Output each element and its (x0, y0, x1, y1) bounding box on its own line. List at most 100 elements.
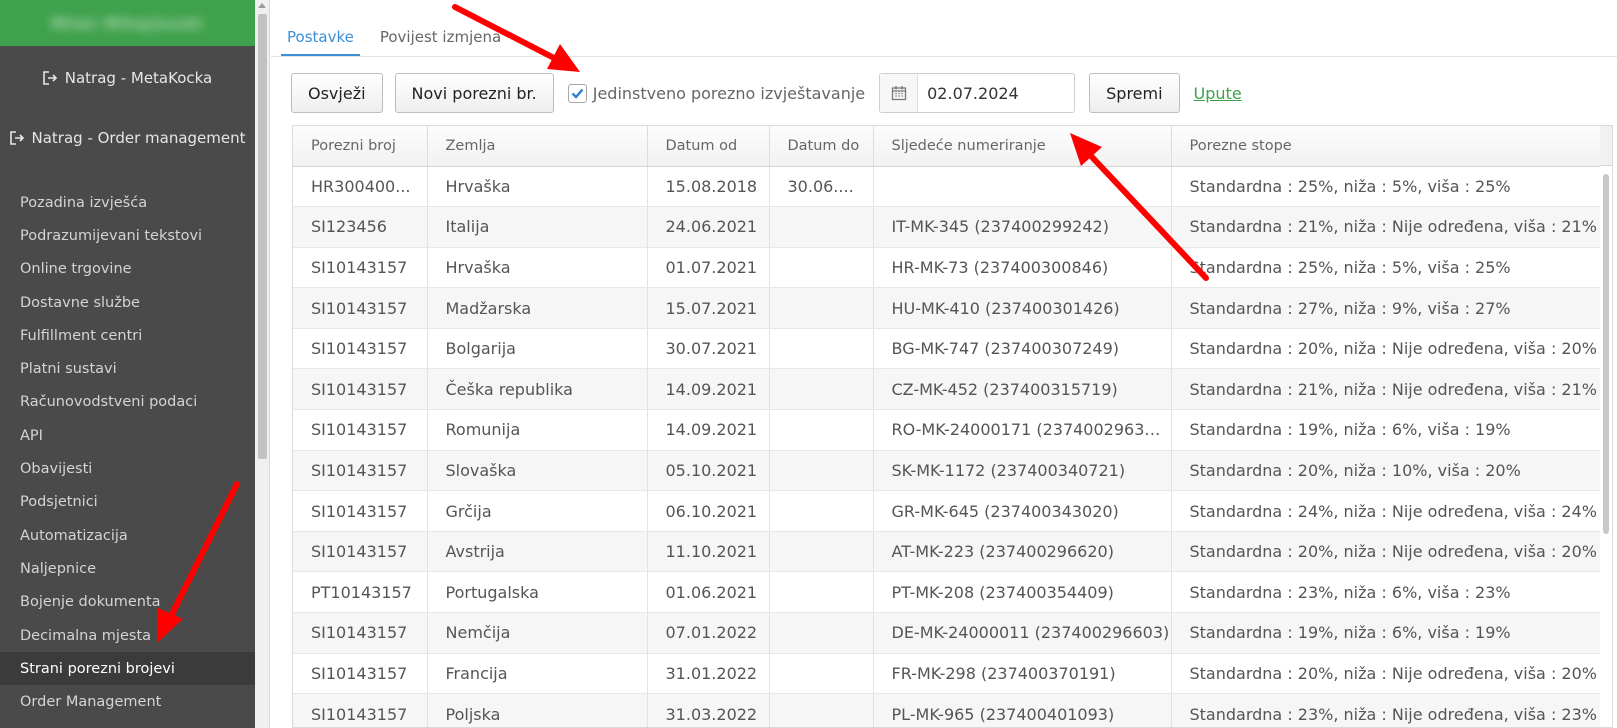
table-row[interactable]: PT10143157 Portugalska 01.06.2021 PT-MK-208… (293, 571, 1606, 614)
column-header-porezni-broj[interactable]: Porezni broj (293, 126, 428, 167)
grid-scrollbar[interactable] (1600, 166, 1612, 727)
cell-datum-do (769, 450, 874, 492)
cell-datum-od: 01.06.2021 (647, 571, 770, 614)
date-field[interactable]: 02.07.2024 (879, 73, 1076, 113)
toolbar: Osvježi Novi porezni br. Jedinstveno por… (291, 73, 1242, 113)
unified-reporting-toggle[interactable]: Jedinstveno porezno izvještavanje (567, 83, 865, 103)
cell-datum-od: 31.03.2022 (647, 693, 770, 727)
date-input[interactable]: 02.07.2024 (918, 74, 1019, 112)
cell-zemlja: Slovaška (427, 450, 648, 492)
table-row[interactable]: SI10143157 Avstrija 11.10.2021 AT-MK-223 (2… (293, 531, 1606, 573)
cell-datum-od: 07.01.2022 (647, 612, 770, 654)
sidebar-scrollbar[interactable] (255, 0, 270, 728)
cell-zemlja: Grčija (427, 490, 648, 532)
sidebar-item-obavijesti[interactable]: Obavijesti (0, 452, 255, 485)
cell-zemlja: Romunija (427, 409, 648, 451)
cell-zemlja: Avstrija (427, 531, 648, 573)
sidebar-item-strani-porezni[interactable]: Strani porezni brojevi (0, 652, 255, 686)
table-row[interactable]: SI10143157 Madžarska 15.07.2021 HU-MK-410 (… (293, 287, 1606, 329)
column-header-porezne-stope[interactable]: Porezne stope (1171, 126, 1606, 167)
table-row[interactable]: SI10143157 Češka republika 14.09.2021 CZ-MK… (293, 368, 1606, 411)
cell-sljedece-numeriranje: GR-MK-645 (237400343020) (873, 490, 1172, 532)
sidebar-item-online-trgovine[interactable]: Online trgovine (0, 253, 255, 286)
column-header-sljedece-numeriranje[interactable]: Sljedeće numeriranje (873, 126, 1172, 167)
cell-zemlja: Bolgarija (427, 328, 648, 370)
cell-zemlja: Češka republika (427, 368, 648, 411)
sidebar-item-dostavne-sluzbe[interactable]: Dostavne službe (0, 286, 255, 319)
save-button[interactable]: Spremi (1089, 73, 1180, 113)
table-row[interactable]: SI10143157 Grčija 06.10.2021 GR-MK-645 (237… (293, 490, 1606, 532)
new-tax-number-button[interactable]: Novi porezni br. (394, 73, 554, 113)
cell-porezne-stope: Standardna : 21%, niža : Nije određena, … (1171, 368, 1606, 411)
table-row[interactable]: SI10143157 Nemčija 07.01.2022 DE-MK-2400001… (293, 612, 1606, 654)
table-row[interactable]: SI10143157 Francija 31.01.2022 FR-MK-298 (2… (293, 653, 1606, 695)
cell-sljedece-numeriranje: SK-MK-1172 (237400340721) (873, 450, 1172, 492)
cell-datum-do (769, 287, 874, 329)
scroll-up-arrow[interactable] (258, 3, 266, 8)
cell-sljedece-numeriranje: RO-MK-24000171 (237400296339) (873, 409, 1172, 451)
cell-porezne-stope: Standardna : 20%, niža : Nije određena, … (1171, 653, 1606, 695)
cell-datum-od: 14.09.2021 (647, 368, 770, 411)
back-metakocka-link[interactable]: Natrag - MetaKocka (0, 46, 255, 110)
calendar-icon[interactable] (880, 74, 919, 112)
cell-sljedece-numeriranje: HU-MK-410 (237400301426) (873, 287, 1172, 329)
table-row[interactable]: SI10143157 Hrvaška 01.07.2021 HR-MK-73 (237… (293, 247, 1606, 289)
table-row[interactable]: HR300400... Hrvaška 15.08.2018 30.06.... Sta… (293, 166, 1606, 208)
sidebar-item-automatizacija[interactable]: Automatizacija (0, 519, 255, 552)
cell-zemlja: Hrvaška (427, 166, 648, 208)
table-row[interactable]: SI123456 Italija 24.06.2021 IT-MK-345 (2374… (293, 206, 1606, 248)
cell-porezni-broj: SI10143157 (293, 409, 428, 451)
cell-porezne-stope: Standardna : 20%, niža : 10%, viša : 20% (1171, 450, 1606, 492)
cell-porezne-stope: Standardna : 24%, niža : Nije određena, … (1171, 490, 1606, 532)
cell-datum-do: 30.06.... (769, 166, 874, 208)
grid-scroll-thumb[interactable] (1603, 174, 1609, 534)
cell-porezne-stope: Standardna : 27%, niža : 9%, viša : 27% (1171, 287, 1606, 329)
table-row[interactable]: SI10143157 Poljska 31.03.2022 PL-MK-965 (23… (293, 693, 1606, 727)
sidebar-item-decimalna[interactable]: Decimalna mjesta (0, 619, 255, 652)
cell-porezne-stope: Standardna : 20%, niža : Nije određena, … (1171, 328, 1606, 370)
table-row[interactable]: SI10143157 Bolgarija 30.07.2021 BG-MK-747 (… (293, 328, 1606, 370)
user-name: Milan Mihajlovski (50, 13, 205, 33)
cell-datum-do (769, 490, 874, 532)
sign-out-icon (9, 131, 24, 145)
unified-reporting-checkbox[interactable] (567, 83, 587, 103)
cell-porezne-stope: Standardna : 19%, niža : 6%, viša : 19% (1171, 612, 1606, 654)
table-row[interactable]: SI10143157 Slovaška 05.10.2021 SK-MK-1172 (… (293, 450, 1606, 492)
sidebar-item-pozadina[interactable]: Pozadina izvješća (0, 186, 255, 219)
cell-sljedece-numeriranje: HR-MK-73 (237400300846) (873, 247, 1172, 289)
column-header-datum-do[interactable]: Datum do (769, 126, 874, 167)
tab-postavke[interactable]: Postavke (281, 28, 360, 56)
refresh-button[interactable]: Osvježi (291, 73, 383, 113)
cell-porezni-broj: HR300400... (293, 166, 428, 208)
cell-datum-od: 14.09.2021 (647, 409, 770, 451)
sidebar-item-order-management[interactable]: Order Management (0, 685, 255, 718)
cell-sljedece-numeriranje (873, 166, 1172, 208)
cell-zemlja: Nemčija (427, 612, 648, 654)
sidebar-item-platni-sustavi[interactable]: Platni sustavi (0, 352, 255, 385)
sidebar-item-api[interactable]: API (0, 419, 255, 452)
cell-datum-od: 15.08.2018 (647, 166, 770, 208)
cell-porezni-broj: SI10143157 (293, 531, 428, 573)
sidebar-item-racunovodstveni[interactable]: Računovodstveni podaci (0, 386, 255, 419)
sidebar-item-tekstovi[interactable]: Podrazumijevani tekstovi (0, 219, 255, 252)
sidebar-item-podsjetnici[interactable]: Podsjetnici (0, 486, 255, 519)
sidebar-item-bojenje[interactable]: Bojenje dokumenta (0, 586, 255, 619)
table-row[interactable]: SI10143157 Romunija 14.09.2021 RO-MK-240001… (293, 409, 1606, 451)
column-header-datum-od[interactable]: Datum od (647, 126, 770, 167)
help-link[interactable]: Upute (1194, 84, 1242, 103)
cell-porezni-broj: SI10143157 (293, 368, 428, 411)
user-header: Milan Mihajlovski (0, 0, 255, 46)
tab-povijest-izmjena[interactable]: Povijest izmjena (374, 28, 507, 56)
cell-porezni-broj: SI10143157 (293, 328, 428, 370)
header-scroll-filler (1600, 126, 1612, 166)
cell-datum-od: 31.01.2022 (647, 653, 770, 695)
cell-sljedece-numeriranje: CZ-MK-452 (237400315719) (873, 368, 1172, 411)
back-order-management-link[interactable]: Natrag - Order management (0, 110, 255, 166)
sidebar-item-naljepnice[interactable]: Naljepnice (0, 552, 255, 585)
cell-sljedece-numeriranje: IT-MK-345 (237400299242) (873, 206, 1172, 248)
column-header-zemlja[interactable]: Zemlja (427, 126, 648, 167)
sidebar-scroll-thumb[interactable] (258, 14, 267, 459)
sidebar-item-fulfillment[interactable]: Fulfillment centri (0, 319, 255, 352)
cell-sljedece-numeriranje: AT-MK-223 (237400296620) (873, 531, 1172, 573)
cell-porezni-broj: SI10143157 (293, 612, 428, 654)
